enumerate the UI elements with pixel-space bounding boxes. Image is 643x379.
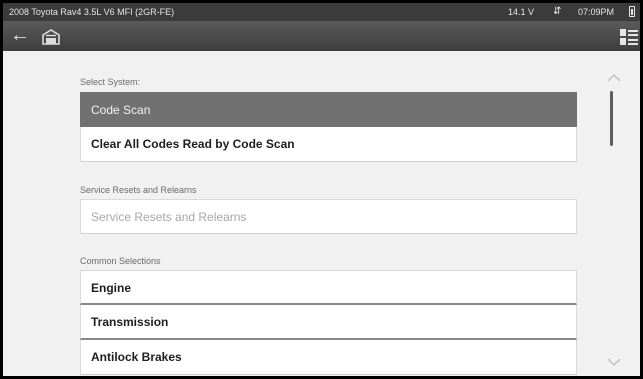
scroll-up-chevron-icon[interactable] (607, 69, 621, 82)
vehicle-id: 2008 Toyota Rav4 3.5L V6 MFI (2GR-FE) (9, 7, 175, 17)
link-icon: ⇵ (553, 6, 562, 17)
service-resets-list: Service Resets and Relearns (80, 199, 577, 234)
list-item-transmission[interactable]: Transmission (80, 305, 577, 340)
list-item-antilock-brakes[interactable]: Antilock Brakes (80, 340, 577, 375)
common-selections-list: Engine Transmission Antilock Brakes (80, 270, 577, 375)
list-menu-icon[interactable] (620, 28, 638, 46)
scan-tool-screen: 2008 Toyota Rav4 3.5L V6 MFI (2GR-FE) 14… (3, 3, 640, 376)
back-arrow-icon[interactable]: ← (9, 25, 31, 46)
toolbar: ← (3, 21, 640, 51)
section-label-common-selections: Common Selections (80, 256, 161, 266)
list-item-code-scan[interactable]: Code Scan (80, 92, 577, 127)
scrollbar-thumb[interactable] (610, 91, 613, 146)
scroll-down-chevron-icon[interactable] (607, 353, 621, 366)
status-bar: 2008 Toyota Rav4 3.5L V6 MFI (2GR-FE) 14… (3, 3, 640, 21)
list-item-service-resets[interactable]: Service Resets and Relearns (80, 199, 577, 234)
list-item-clear-all-codes[interactable]: Clear All Codes Read by Code Scan (80, 127, 577, 162)
system-menu: Select System: Code Scan Clear All Codes… (3, 51, 640, 376)
section-label-service-resets: Service Resets and Relearns (80, 185, 197, 195)
battery-voltage: 14.1 V (508, 7, 535, 17)
list-item-engine[interactable]: Engine (80, 270, 577, 305)
battery-icon (629, 6, 635, 17)
clock: 07:09PM (578, 7, 615, 17)
select-system-list: Code Scan Clear All Codes Read by Code S… (80, 92, 577, 162)
section-label-select-system: Select System: (80, 77, 141, 87)
home-icon[interactable] (41, 28, 61, 45)
